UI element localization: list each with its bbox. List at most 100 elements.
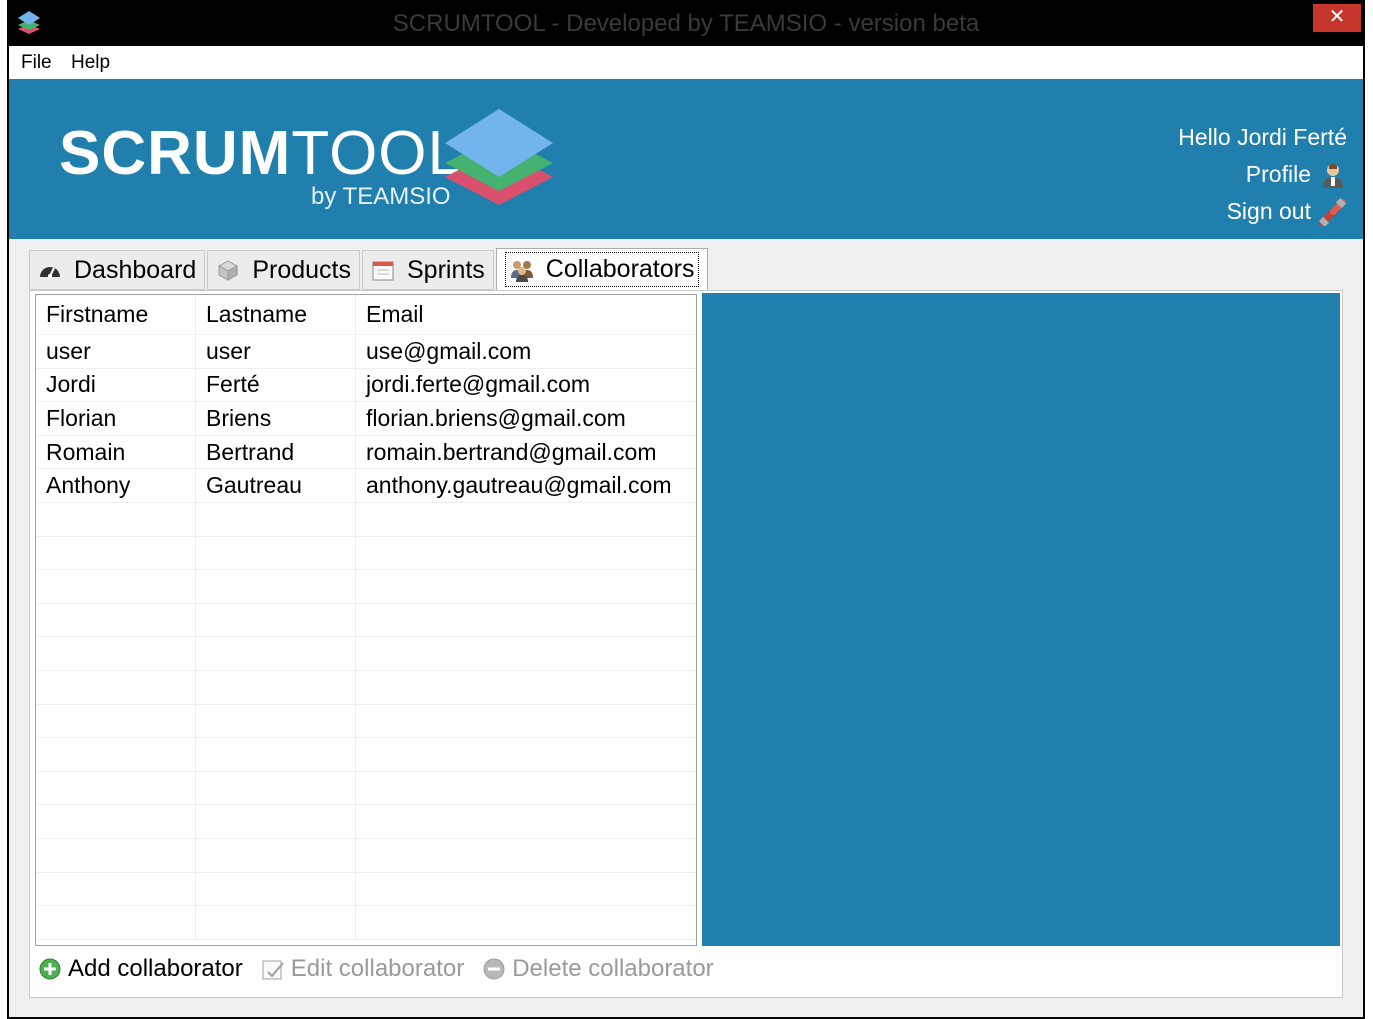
tab-dashboard[interactable]: Dashboard bbox=[29, 250, 206, 290]
app-logo-text: SCRUMTOOL bbox=[59, 123, 463, 185]
cell-lastname: user bbox=[196, 335, 356, 368]
cell-email bbox=[356, 570, 696, 603]
cell-firstname: Romain bbox=[36, 435, 196, 469]
signout-label: Sign out bbox=[1226, 198, 1311, 224]
cell-lastname bbox=[196, 872, 356, 906]
collaborator-detail-area bbox=[702, 293, 1340, 946]
cell-lastname bbox=[196, 771, 356, 805]
cell-firstname bbox=[36, 704, 196, 738]
cell-email bbox=[356, 705, 696, 738]
column-header-firstname[interactable]: Firstname bbox=[36, 295, 196, 334]
edit-icon bbox=[261, 957, 285, 981]
cell-lastname bbox=[196, 704, 356, 738]
cell-email bbox=[356, 637, 696, 670]
tab-dashboard-label: Dashboard bbox=[74, 255, 197, 284]
cell-firstname bbox=[36, 738, 196, 771]
cell-email bbox=[356, 738, 696, 771]
table-row[interactable] bbox=[36, 704, 696, 739]
cell-lastname: Gautreau bbox=[196, 469, 356, 502]
user-area: Hello Jordi Ferté Profile Sign out bbox=[1178, 119, 1347, 230]
table-row[interactable]: user user use@gmail.com bbox=[36, 335, 696, 369]
logo-light-text: TOOL bbox=[291, 119, 464, 188]
cell-email bbox=[356, 671, 696, 704]
menu-help[interactable]: Help bbox=[71, 52, 110, 74]
table-row[interactable] bbox=[36, 502, 696, 537]
table-row[interactable]: Romain Bertrand romain.bertrand@gmail.com bbox=[36, 435, 696, 470]
cell-lastname: Bertrand bbox=[196, 435, 356, 469]
cell-firstname: Jordi bbox=[36, 368, 196, 402]
profile-link[interactable]: Profile bbox=[1178, 156, 1347, 193]
table-row[interactable] bbox=[36, 906, 696, 940]
products-icon bbox=[216, 258, 240, 282]
cell-lastname: Ferté bbox=[196, 368, 356, 402]
cell-email bbox=[356, 537, 696, 570]
edit-collaborator-button[interactable]: Edit collaborator bbox=[261, 955, 464, 983]
table-body: user user use@gmail.com Jordi Ferté jordi.fer… bbox=[36, 335, 696, 940]
column-header-lastname[interactable]: Lastname bbox=[196, 295, 356, 334]
cell-lastname bbox=[196, 670, 356, 704]
cell-firstname: Florian bbox=[36, 402, 196, 435]
add-icon bbox=[38, 957, 62, 981]
table-row[interactable] bbox=[36, 603, 696, 638]
cell-email bbox=[356, 906, 696, 939]
table-row[interactable] bbox=[36, 536, 696, 571]
cell-firstname bbox=[36, 872, 196, 906]
table-row[interactable] bbox=[36, 670, 696, 705]
tab-collaborators[interactable]: Collaborators bbox=[495, 248, 709, 290]
tab-collaborators-label: Collaborators bbox=[545, 255, 695, 283]
greeting-row: Hello Jordi Ferté bbox=[1178, 119, 1347, 156]
collaborators-panel: Firstname Lastname Email user user use@gma… bbox=[29, 290, 1343, 998]
cell-lastname bbox=[196, 570, 356, 603]
tab-sprints[interactable]: Sprints bbox=[361, 250, 494, 290]
table-row[interactable] bbox=[36, 805, 696, 839]
dashboard-icon bbox=[38, 258, 62, 282]
cell-email bbox=[356, 772, 696, 805]
cell-firstname bbox=[36, 670, 196, 704]
menu-file[interactable]: File bbox=[21, 52, 52, 74]
close-button[interactable]: ✕ bbox=[1313, 4, 1361, 32]
cell-lastname bbox=[196, 805, 356, 838]
signout-icon bbox=[1319, 197, 1347, 227]
cell-email bbox=[356, 805, 696, 838]
header-banner: SCRUMTOOL by TEAMSIO Hello Jordi Ferté P… bbox=[9, 79, 1363, 239]
collaborators-icon bbox=[510, 258, 534, 282]
cell-email: florian.briens@gmail.com bbox=[366, 404, 626, 431]
table-row[interactable] bbox=[36, 872, 696, 907]
cell-firstname bbox=[36, 502, 196, 536]
cell-email: romain.bertrand@gmail.com bbox=[366, 438, 657, 465]
window-title: SCRUMTOOL - Developed by TEAMSIO - versi… bbox=[392, 10, 980, 37]
collaborators-table[interactable]: Firstname Lastname Email user user use@gma… bbox=[35, 294, 697, 946]
cell-lastname bbox=[196, 738, 356, 771]
tab-collaborators-focus: Collaborators bbox=[504, 252, 700, 287]
cell-firstname bbox=[36, 637, 196, 670]
cell-firstname bbox=[36, 536, 196, 570]
column-header-email[interactable]: Email bbox=[356, 295, 696, 334]
add-collaborator-button[interactable]: Add collaborator bbox=[38, 955, 243, 983]
table-row[interactable] bbox=[36, 637, 696, 671]
cell-firstname: user bbox=[36, 335, 196, 368]
table-row[interactable]: Florian Briens florian.briens@gmail.com bbox=[36, 402, 696, 436]
tab-sprints-label: Sprints bbox=[406, 255, 485, 284]
action-bar: Add collaborator Edit collaborator Delet… bbox=[38, 951, 732, 987]
table-row[interactable]: Anthony Gautreau anthony.gautreau@gmail.co… bbox=[36, 469, 696, 503]
tab-products[interactable]: Products bbox=[207, 250, 360, 290]
tab-products-label: Products bbox=[252, 255, 351, 284]
table-row[interactable]: Jordi Ferté jordi.ferte@gmail.com bbox=[36, 368, 696, 403]
cell-email: use@gmail.com bbox=[366, 337, 532, 364]
table-row[interactable] bbox=[36, 738, 696, 772]
delete-icon bbox=[482, 957, 506, 981]
cell-email bbox=[356, 873, 696, 906]
table-row[interactable] bbox=[36, 570, 696, 604]
table-row[interactable] bbox=[36, 771, 696, 806]
delete-collaborator-button[interactable]: Delete collaborator bbox=[482, 955, 714, 983]
cell-lastname bbox=[196, 838, 356, 872]
edit-collaborator-label: Edit collaborator bbox=[290, 955, 465, 982]
cell-firstname bbox=[36, 805, 196, 838]
logo-subtitle: by TEAMSIO bbox=[311, 183, 451, 210]
table-row[interactable] bbox=[36, 838, 696, 873]
title-bar: SCRUMTOOL - Developed by TEAMSIO - versi… bbox=[9, 2, 1363, 46]
cell-lastname bbox=[196, 906, 356, 939]
cell-lastname: Briens bbox=[196, 402, 356, 435]
signout-link[interactable]: Sign out bbox=[1178, 193, 1347, 230]
cell-firstname bbox=[36, 570, 196, 603]
